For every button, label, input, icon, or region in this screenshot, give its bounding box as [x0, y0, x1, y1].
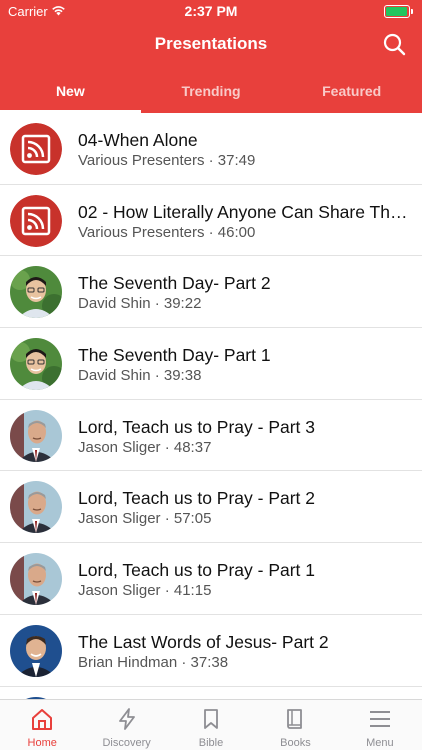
item-subtitle: Various Presenters · 37:49: [78, 152, 256, 169]
list-item[interactable]: [0, 687, 422, 699]
battery-icon: [384, 5, 414, 18]
presentation-list: 04-When Alone Various Presenters · 37:49…: [0, 113, 422, 699]
book-icon: [287, 709, 303, 729]
tab-featured[interactable]: Featured: [281, 72, 422, 113]
tabbar-books[interactable]: Books: [253, 700, 337, 750]
list-item[interactable]: 02 - How Literally Anyone Can Share The …: [0, 185, 422, 257]
item-title: 04-When Alone: [78, 130, 198, 150]
list-item[interactable]: The Seventh Day- Part 2 David Shin · 39:…: [0, 256, 422, 329]
item-title: Lord, Teach us to Pray - Part 2: [78, 488, 316, 509]
tabbar-bible[interactable]: Bible: [169, 700, 253, 750]
item-title: 02 - How Literally Anyone Can Share The …: [78, 201, 414, 222]
status-time: 2:37 PM: [184, 3, 238, 19]
status-bar: Carrier 2:37 PM: [0, 0, 422, 22]
presenter-photo: [10, 409, 62, 462]
lightning-icon: [118, 708, 135, 730]
item-title: The Seventh Day- Part 2: [78, 273, 271, 294]
item-subtitle: Brian Hindman · 37:38: [78, 653, 229, 671]
podcast-icon: [10, 123, 62, 175]
presenter-photo: [10, 624, 62, 677]
tab-trending[interactable]: Trending: [141, 72, 282, 113]
list-item[interactable]: The Seventh Day- Part 1 David Shin · 39:…: [0, 328, 422, 400]
list-item[interactable]: 04-When Alone Various Presenters · 37:49: [0, 113, 422, 185]
item-subtitle: Jason Sliger · 41:15: [78, 582, 212, 600]
tabbar-home[interactable]: Home: [0, 700, 84, 750]
presenter-photo: [10, 553, 62, 606]
list-item[interactable]: Lord, Teach us to Pray - Part 2 Jason Sl…: [0, 471, 422, 544]
tabbar-menu[interactable]: Menu: [338, 700, 422, 750]
home-icon: [32, 709, 53, 730]
item-subtitle: David Shin · 39:38: [78, 367, 202, 385]
podcast-icon: [10, 194, 62, 247]
list-item[interactable]: The Last Words of Jesus- Part 2 Brian Hi…: [0, 615, 422, 687]
item-subtitle: David Shin · 39:22: [78, 295, 202, 313]
item-title: The Last Words of Jesus- Part 2: [78, 631, 329, 652]
tabbar-label: Books: [280, 737, 311, 749]
item-title: The Seventh Day- Part 1: [78, 345, 271, 366]
app-header: Carrier 2:37 PM Presentations New Trendi…: [0, 0, 422, 113]
tab-new[interactable]: New: [0, 72, 141, 113]
list-item[interactable]: Lord, Teach us to Pray - Part 1 Jason Sl…: [0, 543, 422, 615]
presenter-photo: [10, 266, 62, 319]
presenter-photo: [10, 481, 62, 534]
item-title: Lord, Teach us to Pray - Part 3: [78, 416, 316, 437]
bottom-tab-bar: Home Discovery Bible Books Menu: [0, 699, 422, 750]
tabbar-label: Discovery: [102, 737, 151, 749]
presenter-photo: [10, 338, 62, 391]
tabbar-label: Home: [27, 737, 57, 749]
tabbar-label: Bible: [198, 737, 224, 749]
page-title: Presentations: [154, 34, 268, 53]
tabbar-discovery[interactable]: Discovery: [84, 700, 168, 750]
bookmark-icon: [204, 709, 218, 729]
search-icon[interactable]: [382, 32, 406, 56]
item-subtitle: Various Presenters · 46:00: [78, 223, 256, 241]
item-subtitle: Jason Sliger · 57:05: [78, 510, 212, 528]
tabbar-label: Menu: [366, 737, 394, 749]
item-title: Lord, Teach us to Pray - Part 1: [78, 560, 316, 581]
menu-icon: [369, 711, 390, 727]
list-item[interactable]: Lord, Teach us to Pray - Part 3 Jason Sl…: [0, 400, 422, 472]
item-subtitle: Jason Sliger · 48:37: [78, 438, 212, 456]
segment-tabs: New Trending Featured: [0, 72, 422, 113]
